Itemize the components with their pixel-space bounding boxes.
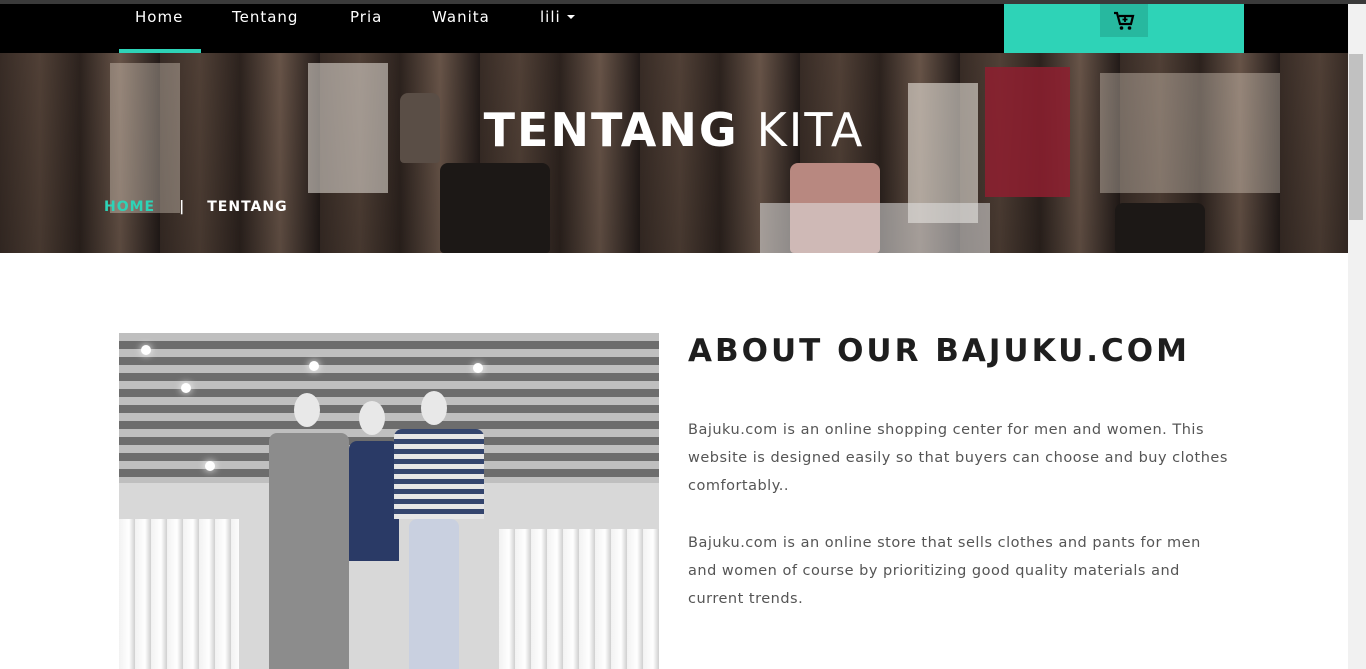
about-paragraph-1: Bajuku.com is an online shopping center …	[688, 422, 1228, 494]
page-title-light: KITA	[756, 103, 865, 157]
cart-button[interactable]	[1100, 4, 1148, 37]
breadcrumb-current: TENTANG	[207, 199, 288, 215]
cart-panel	[1004, 4, 1244, 53]
breadcrumb-home-link[interactable]: HOME	[104, 199, 155, 215]
caret-down-icon	[566, 14, 575, 19]
page-hero-banner: TENTANG KITA HOME | TENTANG	[0, 53, 1348, 253]
shopping-cart-icon	[1114, 11, 1135, 30]
nav-wanita-link[interactable]: Wanita	[432, 4, 490, 53]
about-heading: ABOUT OUR BAJUKU.COM	[688, 333, 1190, 369]
nav-pria-link[interactable]: Pria	[350, 4, 382, 53]
breadcrumb: HOME | TENTANG	[104, 199, 288, 215]
nav-tentang-link[interactable]: Tentang	[232, 4, 298, 53]
store-mannequins-image	[119, 333, 659, 669]
about-paragraph-2: Bajuku.com is an online store that sells…	[688, 535, 1201, 607]
breadcrumb-separator: |	[179, 199, 186, 215]
nav-user-dropdown[interactable]: lili	[540, 4, 575, 53]
page-title-bold: TENTANG	[483, 103, 739, 157]
nav-user-label: lili	[540, 8, 561, 26]
page-scrollbar-thumb[interactable]	[1349, 54, 1363, 220]
nav-home-link[interactable]: Home	[118, 4, 202, 53]
main-navbar: Home Tentang Pria Wanita lili	[0, 4, 1348, 53]
page-title: TENTANG KITA	[0, 103, 1348, 157]
